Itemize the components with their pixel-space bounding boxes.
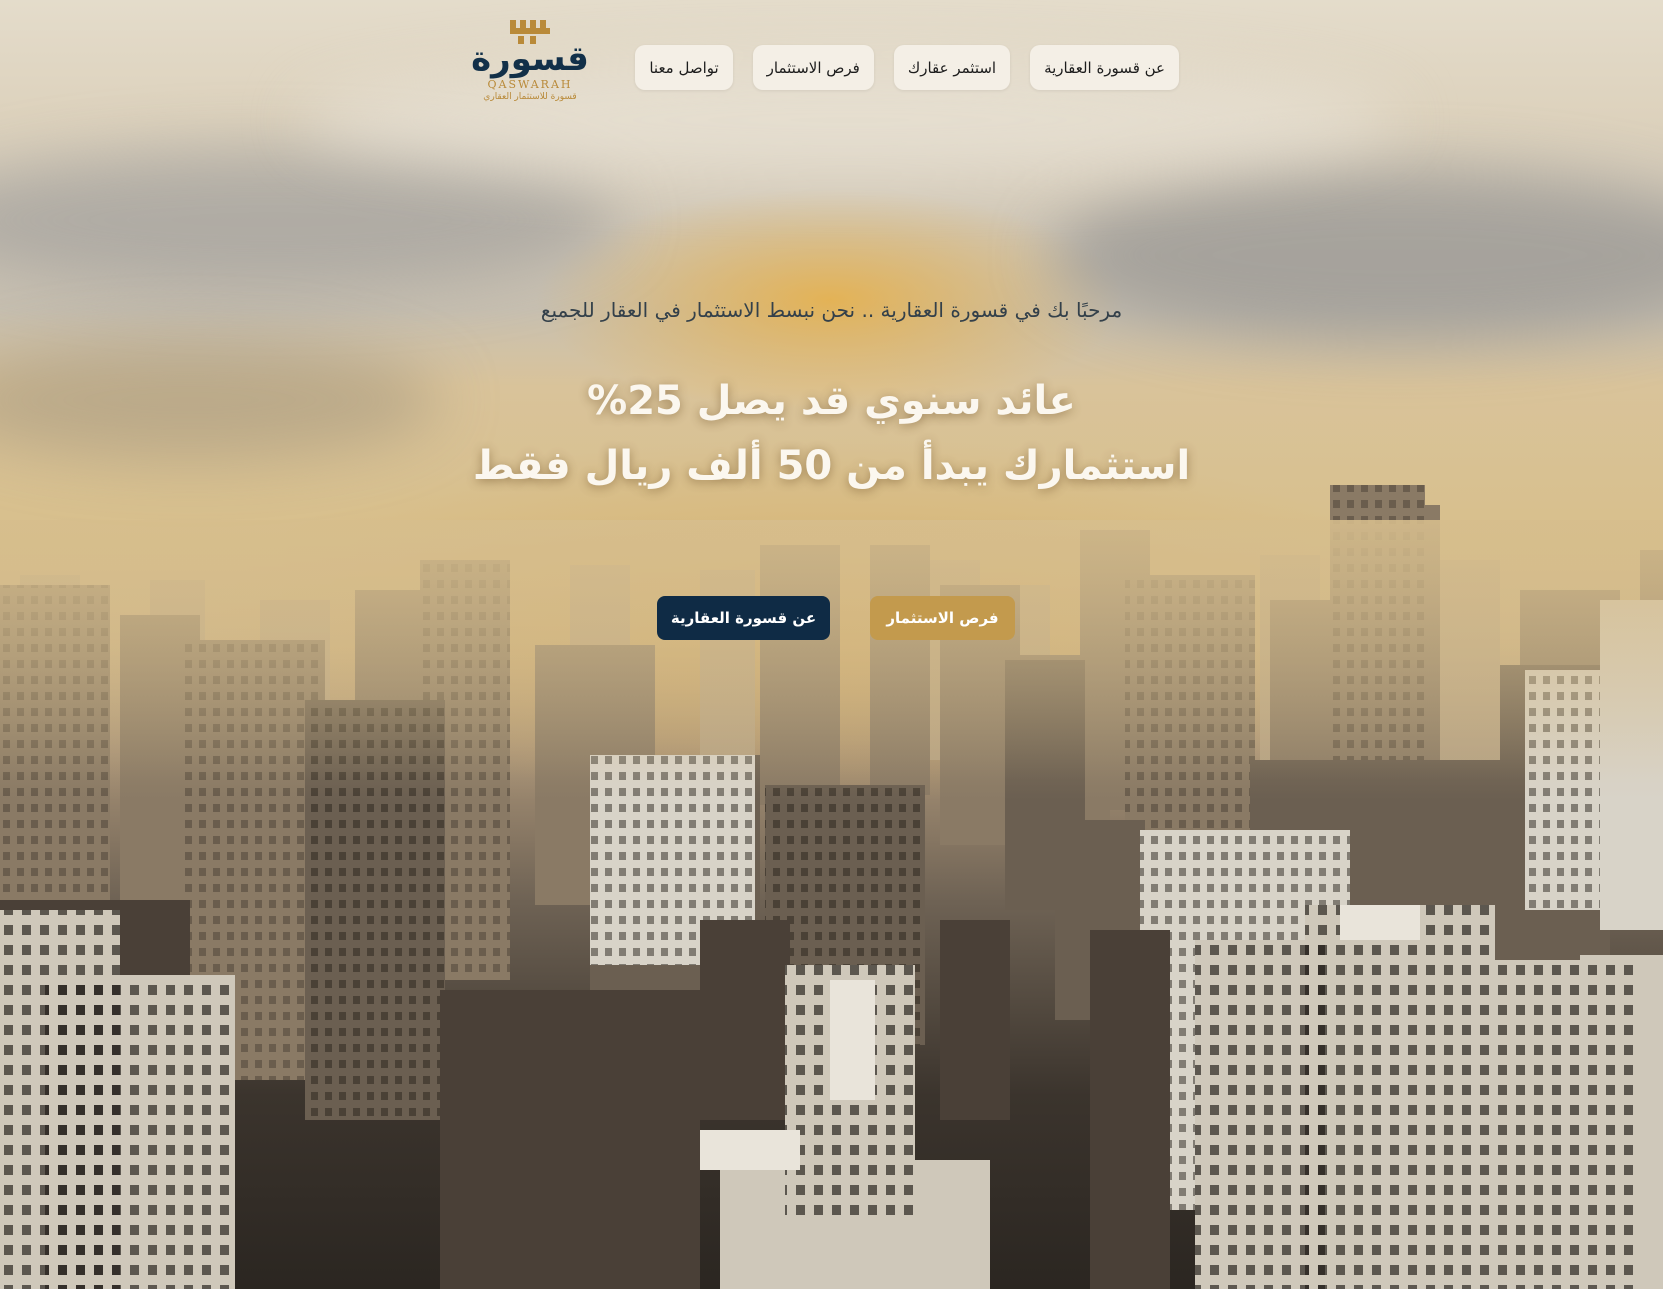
hero-tagline: مرحبًا بك في قسورة العقارية .. نحن نبسط …: [540, 298, 1123, 322]
opportunities-button[interactable]: فرص الاستثمار: [870, 596, 1015, 640]
nav-contact[interactable]: تواصل معنا: [635, 45, 733, 90]
hero-headline-line1: عائد سنوي قد يصل 25%: [587, 378, 1076, 424]
nav-about[interactable]: عن قسورة العقارية: [1030, 45, 1179, 90]
nav-invest-property[interactable]: استثمر عقارك: [893, 45, 1011, 90]
hero-headline-line2: استثمارك يبدأ من 50 ألف ريال فقط: [472, 443, 1191, 489]
logo-tagline: قسورة للاستثمار العقاري: [483, 92, 577, 102]
about-button[interactable]: عن قسورة العقارية: [657, 596, 830, 640]
logo-wordmark-ar: قسورة: [471, 39, 589, 79]
hero-background: [0, 0, 1663, 1289]
main-nav: عن قسورة العقارية استثمر عقارك فرص الاست…: [635, 45, 1179, 90]
logo-wordmark-en: QASWARAH: [487, 78, 573, 91]
nav-opportunities[interactable]: فرص الاستثمار: [752, 45, 874, 90]
brand-logo[interactable]: قسورة QASWARAH قسورة للاستثمار العقاري: [471, 20, 589, 116]
hero-cta-group: فرص الاستثمار عن قسورة العقارية: [657, 596, 1015, 640]
haze-overlay: [0, 520, 1663, 780]
